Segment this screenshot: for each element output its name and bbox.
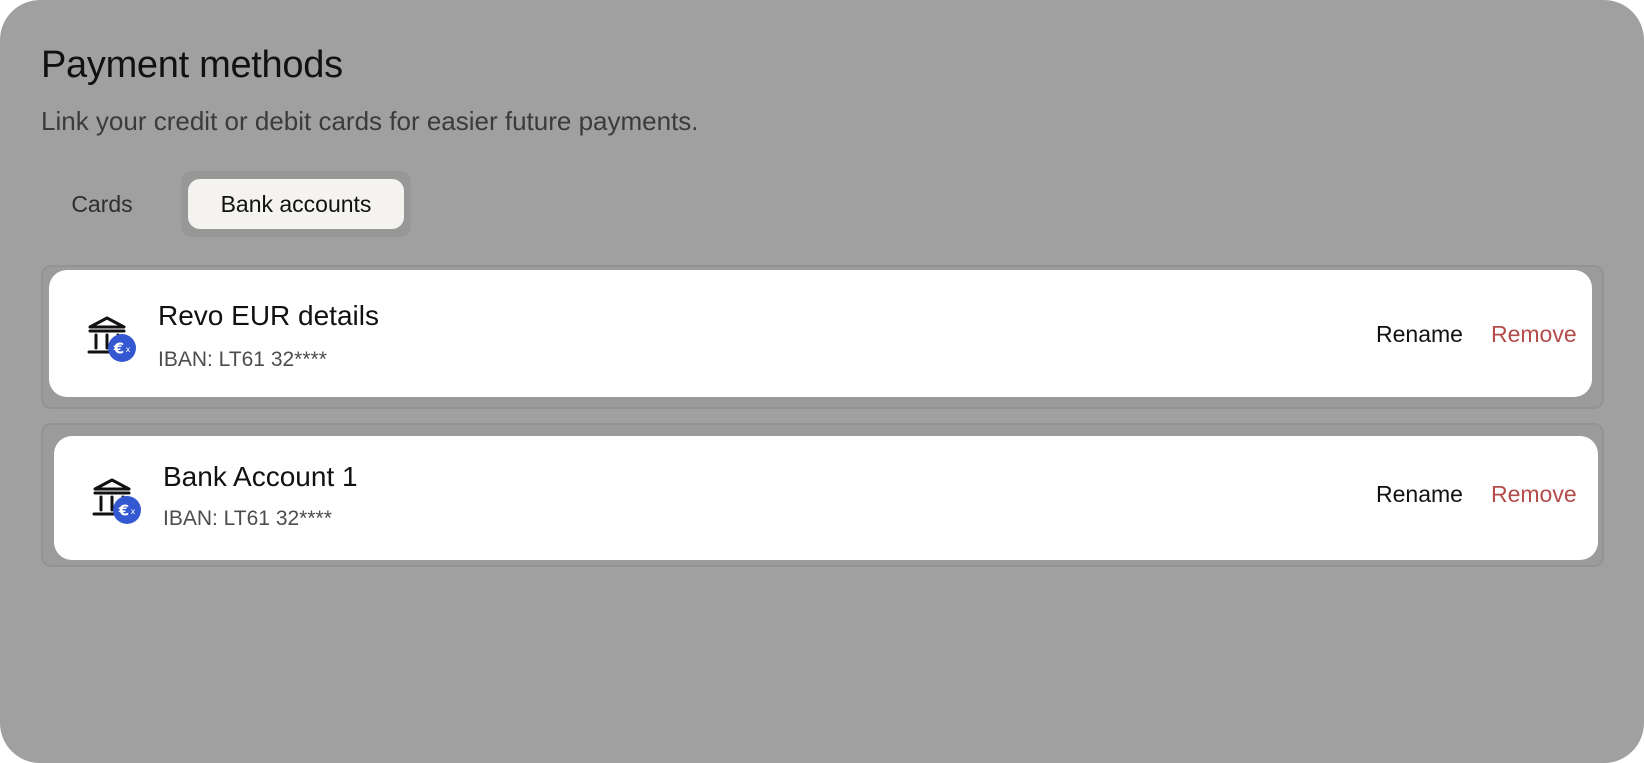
account-iban: IBAN: LT61 32**** — [158, 348, 327, 371]
page-title: Payment methods — [41, 44, 343, 86]
bank-icon: € x — [92, 478, 141, 524]
account-iban: IBAN: LT61 32**** — [163, 507, 332, 530]
bank-account-row: € x Bank Account 1 IBAN: LT61 32**** Ren… — [41, 423, 1604, 567]
rename-button[interactable]: Rename — [1376, 321, 1463, 348]
bank-account-card[interactable]: € x Bank Account 1 IBAN: LT61 32**** Ren… — [54, 436, 1598, 560]
svg-text:x: x — [126, 345, 131, 354]
bank-icon: € x — [87, 316, 136, 362]
svg-text:€: € — [118, 502, 129, 520]
tab-bank-accounts[interactable]: Bank accounts — [188, 179, 404, 229]
bank-account-card[interactable]: € x Revo EUR details IBAN: LT61 32**** R… — [49, 270, 1592, 397]
svg-text:€: € — [113, 340, 124, 358]
bank-account-row: € x Revo EUR details IBAN: LT61 32**** R… — [41, 265, 1604, 409]
remove-button[interactable]: Remove — [1491, 321, 1577, 348]
page-subtitle: Link your credit or debit cards for easi… — [41, 106, 699, 136]
rename-button[interactable]: Rename — [1376, 481, 1463, 508]
account-name: Revo EUR details — [158, 300, 379, 331]
tab-active-highlight: Bank accounts — [181, 171, 411, 237]
remove-button[interactable]: Remove — [1491, 481, 1577, 508]
svg-text:x: x — [131, 507, 136, 516]
tab-cards[interactable]: Cards — [41, 179, 163, 229]
payment-methods-panel: Payment methods Link your credit or debi… — [0, 0, 1644, 763]
account-name: Bank Account 1 — [163, 461, 358, 492]
payment-method-tabs: Cards Bank accounts — [41, 171, 411, 237]
